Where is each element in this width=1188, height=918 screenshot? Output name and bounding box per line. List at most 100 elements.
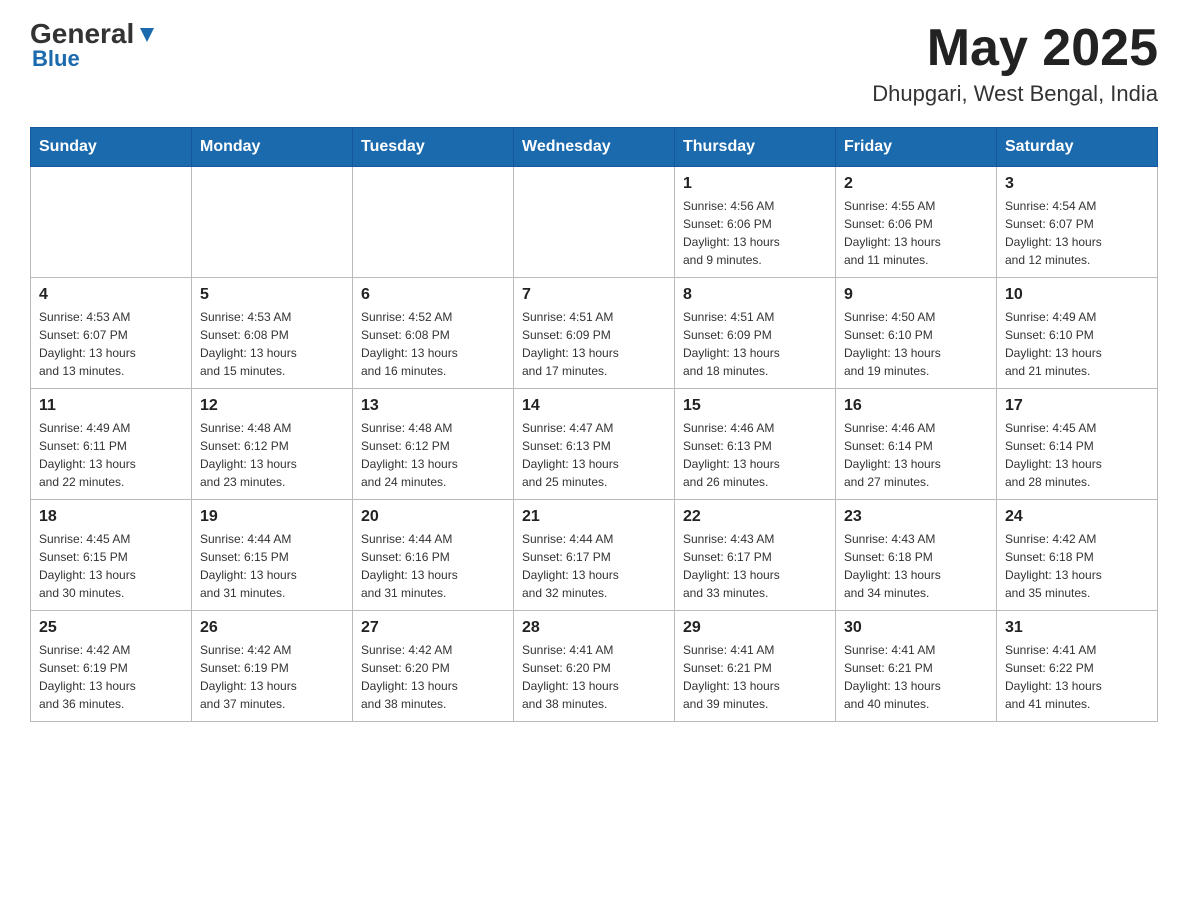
day-info: Sunrise: 4:41 AMSunset: 6:21 PMDaylight:…	[683, 641, 827, 713]
day-number: 13	[361, 397, 505, 415]
calendar-cell: 15 Sunrise: 4:46 AMSunset: 6:13 PMDayligh…	[675, 389, 836, 500]
day-number: 24	[1005, 508, 1149, 526]
day-number: 17	[1005, 397, 1149, 415]
calendar-cell: 30 Sunrise: 4:41 AMSunset: 6:21 PMDayligh…	[836, 611, 997, 722]
day-info: Sunrise: 4:47 AMSunset: 6:13 PMDaylight:…	[522, 419, 666, 491]
day-info: Sunrise: 4:48 AMSunset: 6:12 PMDaylight:…	[361, 419, 505, 491]
calendar-table: SundayMondayTuesdayWednesdayThursdayFrid…	[30, 127, 1158, 722]
calendar-cell	[31, 167, 192, 278]
day-info: Sunrise: 4:41 AMSunset: 6:21 PMDaylight:…	[844, 641, 988, 713]
calendar-cell: 5 Sunrise: 4:53 AMSunset: 6:08 PMDaylight…	[192, 278, 353, 389]
page-header: General Blue May 2025 Dhupgari, West Ben…	[30, 20, 1158, 107]
day-info: Sunrise: 4:55 AMSunset: 6:06 PMDaylight:…	[844, 197, 988, 269]
calendar-cell: 26 Sunrise: 4:42 AMSunset: 6:19 PMDayligh…	[192, 611, 353, 722]
logo-triangle-icon	[136, 24, 158, 46]
calendar-cell: 27 Sunrise: 4:42 AMSunset: 6:20 PMDayligh…	[353, 611, 514, 722]
calendar-cell: 24 Sunrise: 4:42 AMSunset: 6:18 PMDayligh…	[997, 500, 1158, 611]
calendar-cell: 1 Sunrise: 4:56 AMSunset: 6:06 PMDaylight…	[675, 167, 836, 278]
calendar-cell: 14 Sunrise: 4:47 AMSunset: 6:13 PMDayligh…	[514, 389, 675, 500]
day-info: Sunrise: 4:53 AMSunset: 6:08 PMDaylight:…	[200, 308, 344, 380]
day-info: Sunrise: 4:42 AMSunset: 6:18 PMDaylight:…	[1005, 530, 1149, 602]
day-info: Sunrise: 4:52 AMSunset: 6:08 PMDaylight:…	[361, 308, 505, 380]
main-title: May 2025	[872, 20, 1158, 77]
calendar-cell: 7Sunrise: 4:51 AMSunset: 6:09 PMDaylight…	[514, 278, 675, 389]
weekday-header-thursday: Thursday	[675, 128, 836, 167]
weekday-header-wednesday: Wednesday	[514, 128, 675, 167]
calendar-cell: 10Sunrise: 4:49 AMSunset: 6:10 PMDayligh…	[997, 278, 1158, 389]
calendar-week-5: 25 Sunrise: 4:42 AMSunset: 6:19 PMDayligh…	[31, 611, 1158, 722]
calendar-cell	[514, 167, 675, 278]
day-number: 21	[522, 508, 666, 526]
day-info: Sunrise: 4:48 AMSunset: 6:12 PMDaylight:…	[200, 419, 344, 491]
calendar-week-3: 11Sunrise: 4:49 AMSunset: 6:11 PMDayligh…	[31, 389, 1158, 500]
day-info: Sunrise: 4:46 AMSunset: 6:14 PMDaylight:…	[844, 419, 988, 491]
day-info: Sunrise: 4:43 AMSunset: 6:17 PMDaylight:…	[683, 530, 827, 602]
day-info: Sunrise: 4:44 AMSunset: 6:17 PMDaylight:…	[522, 530, 666, 602]
day-info: Sunrise: 4:56 AMSunset: 6:06 PMDaylight:…	[683, 197, 827, 269]
calendar-cell: 12Sunrise: 4:48 AMSunset: 6:12 PMDayligh…	[192, 389, 353, 500]
day-info: Sunrise: 4:54 AMSunset: 6:07 PMDaylight:…	[1005, 197, 1149, 269]
logo: General Blue	[30, 20, 158, 72]
day-number: 20	[361, 508, 505, 526]
day-info: Sunrise: 4:42 AMSunset: 6:20 PMDaylight:…	[361, 641, 505, 713]
day-number: 1	[683, 175, 827, 193]
day-number: 18	[39, 508, 183, 526]
day-number: 2	[844, 175, 988, 193]
weekday-header-tuesday: Tuesday	[353, 128, 514, 167]
day-number: 31	[1005, 619, 1149, 637]
weekday-header-saturday: Saturday	[997, 128, 1158, 167]
day-number: 26	[200, 619, 344, 637]
weekday-header-friday: Friday	[836, 128, 997, 167]
day-info: Sunrise: 4:44 AMSunset: 6:16 PMDaylight:…	[361, 530, 505, 602]
day-number: 22	[683, 508, 827, 526]
logo-general-text: General	[30, 20, 134, 48]
day-number: 7	[522, 286, 666, 304]
calendar-week-4: 18Sunrise: 4:45 AMSunset: 6:15 PMDayligh…	[31, 500, 1158, 611]
day-number: 15	[683, 397, 827, 415]
day-number: 25	[39, 619, 183, 637]
calendar-cell	[192, 167, 353, 278]
calendar-cell: 29 Sunrise: 4:41 AMSunset: 6:21 PMDayligh…	[675, 611, 836, 722]
day-info: Sunrise: 4:51 AMSunset: 6:09 PMDaylight:…	[683, 308, 827, 380]
logo-blue-text: Blue	[32, 46, 158, 72]
calendar-week-2: 4Sunrise: 4:53 AMSunset: 6:07 PMDaylight…	[31, 278, 1158, 389]
calendar-cell: 18Sunrise: 4:45 AMSunset: 6:15 PMDayligh…	[31, 500, 192, 611]
day-number: 5	[200, 286, 344, 304]
day-info: Sunrise: 4:43 AMSunset: 6:18 PMDaylight:…	[844, 530, 988, 602]
calendar-cell: 21 Sunrise: 4:44 AMSunset: 6:17 PMDayligh…	[514, 500, 675, 611]
subtitle: Dhupgari, West Bengal, India	[872, 81, 1158, 107]
calendar-cell: 11Sunrise: 4:49 AMSunset: 6:11 PMDayligh…	[31, 389, 192, 500]
day-info: Sunrise: 4:42 AMSunset: 6:19 PMDaylight:…	[200, 641, 344, 713]
calendar-cell: 3Sunrise: 4:54 AMSunset: 6:07 PMDaylight…	[997, 167, 1158, 278]
day-number: 8	[683, 286, 827, 304]
calendar-cell: 17Sunrise: 4:45 AMSunset: 6:14 PMDayligh…	[997, 389, 1158, 500]
day-number: 23	[844, 508, 988, 526]
day-info: Sunrise: 4:41 AMSunset: 6:20 PMDaylight:…	[522, 641, 666, 713]
day-info: Sunrise: 4:41 AMSunset: 6:22 PMDaylight:…	[1005, 641, 1149, 713]
day-number: 9	[844, 286, 988, 304]
calendar-cell: 23 Sunrise: 4:43 AMSunset: 6:18 PMDayligh…	[836, 500, 997, 611]
day-number: 29	[683, 619, 827, 637]
calendar-cell	[353, 167, 514, 278]
calendar-cell: 9Sunrise: 4:50 AMSunset: 6:10 PMDaylight…	[836, 278, 997, 389]
calendar-cell: 13 Sunrise: 4:48 AMSunset: 6:12 PMDayligh…	[353, 389, 514, 500]
title-block: May 2025 Dhupgari, West Bengal, India	[872, 20, 1158, 107]
day-info: Sunrise: 4:44 AMSunset: 6:15 PMDaylight:…	[200, 530, 344, 602]
day-info: Sunrise: 4:46 AMSunset: 6:13 PMDaylight:…	[683, 419, 827, 491]
day-number: 28	[522, 619, 666, 637]
calendar-cell: 31 Sunrise: 4:41 AMSunset: 6:22 PMDayligh…	[997, 611, 1158, 722]
calendar-cell: 4Sunrise: 4:53 AMSunset: 6:07 PMDaylight…	[31, 278, 192, 389]
calendar-week-1: 1 Sunrise: 4:56 AMSunset: 6:06 PMDaylight…	[31, 167, 1158, 278]
day-number: 27	[361, 619, 505, 637]
calendar-cell: 16 Sunrise: 4:46 AMSunset: 6:14 PMDayligh…	[836, 389, 997, 500]
day-number: 4	[39, 286, 183, 304]
day-number: 11	[39, 397, 183, 415]
day-number: 16	[844, 397, 988, 415]
day-number: 30	[844, 619, 988, 637]
calendar-cell: 28 Sunrise: 4:41 AMSunset: 6:20 PMDayligh…	[514, 611, 675, 722]
calendar-cell: 25Sunrise: 4:42 AMSunset: 6:19 PMDayligh…	[31, 611, 192, 722]
day-number: 14	[522, 397, 666, 415]
weekday-header-sunday: Sunday	[31, 128, 192, 167]
weekday-header-row: SundayMondayTuesdayWednesdayThursdayFrid…	[31, 128, 1158, 167]
day-number: 19	[200, 508, 344, 526]
